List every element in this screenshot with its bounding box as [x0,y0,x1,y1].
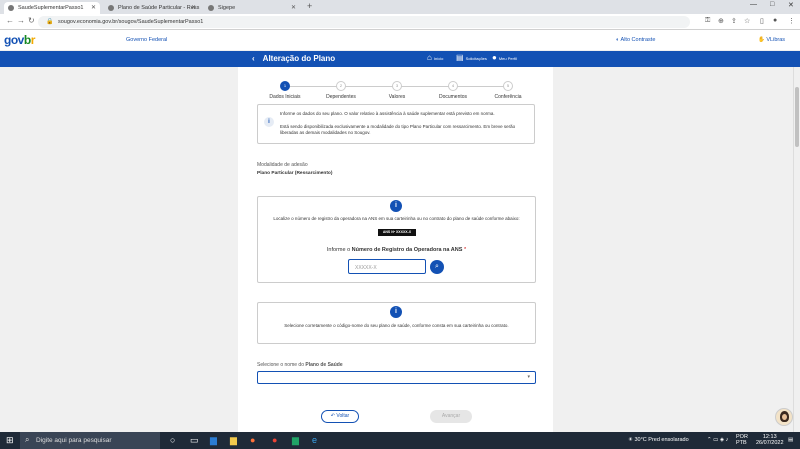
vlibras-link[interactable]: ✋ VLibras [758,37,785,43]
page-title-bar: ‹ Alteração do Plano ⌂ Início ▤ Solicitaçõe… [0,51,800,67]
plano-instruction: Selecione corretamente o código-nome do … [284,323,509,328]
language-indicator[interactable]: POR PTB [736,434,748,446]
menu-dots-icon[interactable]: ⋮ [788,17,795,25]
info-text-2: Está sendo disponibilizada exclusivament… [280,124,516,135]
tab-sigepe[interactable]: Sigepe ✕ [204,2,300,14]
chrome-icon[interactable]: ● [272,435,277,445]
search-icon: ⌕ [435,263,439,270]
chevron-down-icon: ▾ [527,374,530,380]
modalidade-value: Plano Particular (Ressarcimento) [257,171,333,176]
windows-taskbar: ⊞ ⌕ Digite aqui para pesquisar ○ ▭ ▆ ▆ ●… [0,432,800,449]
info-icon: i [390,306,402,318]
back-arrow-icon[interactable]: ← [6,16,14,25]
step-2: 2 [336,81,346,91]
tab-plano-saude[interactable]: Plano de Saúde Particular - Ress ✕ [104,2,200,14]
new-tab-button[interactable]: + [307,1,312,11]
select-plano-label: Selecione o nome do Plano de Saúde [257,362,343,368]
page-scrollbar[interactable] [793,67,800,433]
globe-icon [108,5,114,11]
lock-icon: 🔒 [46,19,54,25]
firefox-icon[interactable]: ● [250,435,255,445]
close-icon[interactable]: ✕ [291,4,296,11]
url-field[interactable]: 🔒 sougov.economia.gov.br/sougov/SaudeSup… [38,16,690,28]
taskbar-search-placeholder: Digite aqui para pesquisar [36,437,112,444]
clock[interactable]: 12:13 26/07/2022 [756,434,784,446]
back-button[interactable]: ↶ Voltar [321,410,359,423]
modalidade-label: Modalidade de adesão [257,162,308,168]
excel-icon[interactable]: ▆ [292,435,299,446]
globe-icon [208,5,214,11]
tab-label: SaudeSuplementarPasso1 [18,5,84,11]
zoom-icon[interactable]: ⊕ [718,17,724,25]
maximize-button[interactable]: □ [770,1,774,8]
scrollbar-thumb[interactable] [795,87,799,147]
step-5: 5 [503,81,513,91]
search-icon: ⌕ [25,435,30,444]
tray-icons[interactable]: ⌃ ▭ ◈ ♪ [707,437,728,443]
ans-prompt: Informe o Número de Registro da Operador… [326,247,467,253]
step-label-conferencia: Conferência [494,94,522,100]
share-icon[interactable]: ⇪ [731,17,737,25]
nav-meu-perfil[interactable]: ● Meu Perfil [492,53,517,62]
step-4: 4 [448,81,458,91]
high-contrast-link[interactable]: ◐ Alto Contraste [616,37,655,43]
task-view-icon[interactable]: ▭ [190,435,199,446]
url-text: sougov.economia.gov.br/sougov/SaudeSuple… [58,19,204,25]
governo-federal-label[interactable]: Governo Federal [126,37,167,43]
windows-start-icon[interactable]: ⊞ [6,435,14,446]
step-label-dados-iniciais: Dados Iniciais [269,94,301,100]
govbr-logo[interactable]: govbr [4,33,35,47]
step-3: 3 [392,81,402,91]
browser-tab-bar: SaudeSuplementarPasso1 ✕ Plano de Saúde … [0,0,800,14]
undo-icon: ↶ [330,413,335,419]
minimize-button[interactable]: — [750,1,757,8]
home-icon: ⌂ [427,53,432,62]
plano-select[interactable]: ▾ [257,371,536,384]
notification-icon[interactable]: ▤ [788,437,793,443]
step-label-documentos: Documentos [438,94,468,100]
word-icon[interactable]: ▆ [210,435,217,446]
ans-number-input[interactable]: XXXXX-X [348,259,426,274]
globe-icon [8,5,14,11]
info-icon: i [264,117,274,127]
avatar-face [782,414,787,420]
close-icon[interactable]: ✕ [91,4,96,11]
info-text-1: Informe os dados do seu plano. O valor r… [280,111,495,116]
search-button[interactable]: ⌕ [430,260,444,274]
chat-assistant-avatar[interactable] [775,408,793,426]
step-label-dependentes: Dependentes [326,94,356,100]
ans-input-placeholder: XXXXX-X [355,265,377,271]
nav-solicitacoes[interactable]: ▤ Solicitações [456,53,487,62]
user-icon: ● [492,53,497,62]
bookmark-star-icon[interactable]: ☆ [744,17,750,25]
ans-instruction: Localize o número de registro da operado… [273,216,520,221]
tab-label: Sigepe [218,5,236,11]
edge-icon[interactable]: e [312,435,317,445]
page-title: ‹ Alteração do Plano [252,54,336,63]
close-window-button[interactable]: ✕ [788,1,794,9]
weather-widget[interactable]: ☀ 30°C Pred ensolarado [628,437,689,443]
key-icon[interactable]: ⚿ [705,17,710,25]
sidebar-icon[interactable]: ▯ [760,17,764,25]
requests-icon: ▤ [456,53,464,62]
address-bar-row: ← → ↻ 🔒 sougov.economia.gov.br/sougov/Sa… [0,14,800,30]
tab-label: Plano de Saúde Particular - Ress [118,5,200,11]
forward-arrow-icon[interactable]: → [17,16,25,25]
ans-example-badge: ANS Nº XXXXX-X [378,229,416,236]
close-icon[interactable]: ✕ [191,4,196,11]
cortana-icon[interactable]: ○ [170,435,175,445]
reload-icon[interactable]: ↻ [28,16,35,25]
tab-saude-suplementar[interactable]: SaudeSuplementarPasso1 ✕ [4,2,100,14]
nav-inicio[interactable]: ⌂ Início [427,53,443,62]
profile-icon[interactable]: ● [773,17,777,24]
chevron-left-icon[interactable]: ‹ [252,54,255,63]
step-label-valores: Valores [388,94,406,100]
step-1: 1 [280,81,290,91]
info-alert: i Informe os dados do seu plano. O valor… [257,104,535,144]
gov-header: govbr Governo Federal ◐ Alto Contraste ✋… [0,30,800,50]
info-icon: i [390,200,402,212]
taskbar-search[interactable]: ⌕ Digite aqui para pesquisar [20,432,160,449]
file-explorer-icon[interactable]: ▆ [230,435,237,446]
next-button[interactable]: Avançar [430,410,472,423]
